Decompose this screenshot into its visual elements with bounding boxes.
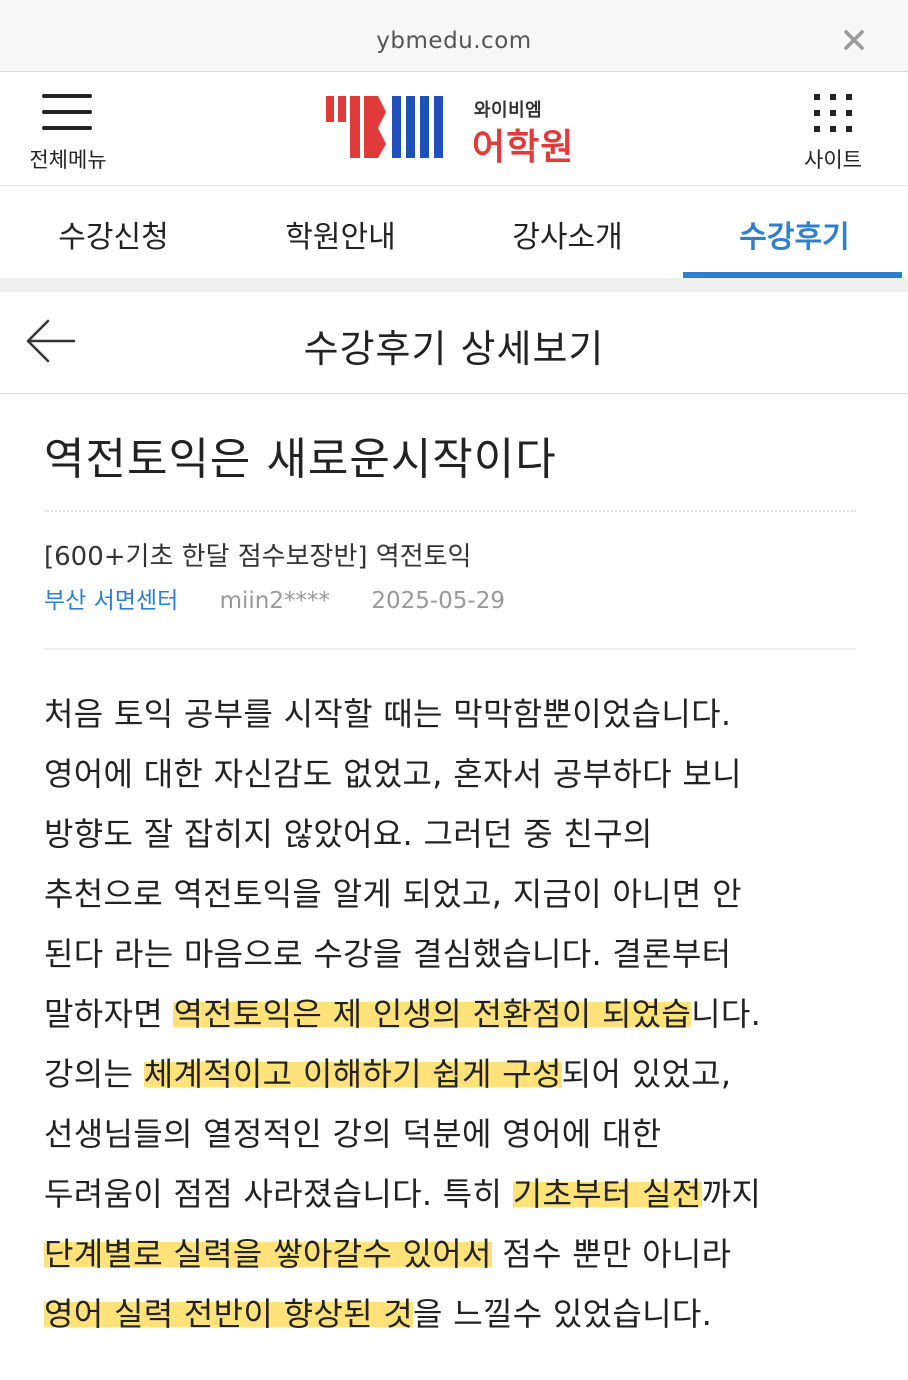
review-body-line: 영어에 대한 자신감도 없었고, 혼자서 공부하다 보니 [44, 744, 856, 804]
all-menu-label: 전체메뉴 [29, 148, 107, 172]
hamburger-icon [42, 94, 92, 132]
site-label: 사이트 [804, 148, 862, 172]
tab-instructors[interactable]: 강사소개 [454, 186, 681, 278]
tab-course-registration[interactable]: 수강신청 [0, 186, 227, 278]
review-body-line: 선생님들의 열정적인 강의 덕분에 영어에 대한 [44, 1104, 856, 1164]
review-date: 2025-05-29 [371, 588, 505, 614]
body-text-segment: 말하자면 [44, 995, 174, 1033]
review-body: 처음 토익 공부를 시작할 때는 막막함뿐이었습니다. 영어에 대한 자신감도 없… [44, 684, 856, 1344]
author-id: miin2**** [219, 588, 330, 614]
body-text-segment: 점수 뿐만 아니라 [491, 1235, 732, 1273]
review-detail: 역전토익은 새로운시작이다 [600+기초 한달 점수보장반] 역전토익 부산 … [44, 394, 856, 1344]
body-text-segment: 선생님들의 열정적인 강의 덕분에 영어에 대한 [44, 1115, 662, 1153]
highlighted-text: 단계별로 실력을 쌓아갈수 있어서 [44, 1235, 492, 1273]
tab-reviews[interactable]: 수강후기 [681, 186, 908, 278]
grid-dots-icon [814, 94, 854, 134]
ybm-logo[interactable]: 와이비엠 어학원 [326, 94, 586, 168]
ybm-logo-icon [326, 96, 443, 158]
review-body-line: 단계별로 실력을 쌓아갈수 있어서 점수 뿐만 아니라 [44, 1224, 856, 1284]
review-body-line: 처음 토익 공부를 시작할 때는 막막함뿐이었습니다. [44, 684, 856, 744]
body-text-segment: 을 느낄수 있었습니다. [413, 1295, 713, 1333]
course-name: [600+기초 한달 점수보장반] 역전토익 [44, 542, 472, 572]
tab-academy-info[interactable]: 학원안내 [227, 186, 454, 278]
body-text-segment: 된다 라는 마음으로 수강을 결심했습니다. 결론부터 [44, 935, 732, 973]
browser-url-bar: ybmedu.com [0, 0, 908, 72]
center-name: 부산 서면센터 [44, 588, 179, 614]
logo-main-text: 어학원 [472, 127, 575, 168]
review-meta: 부산 서면센터 miin2**** 2025-05-29 [44, 584, 856, 618]
body-text-segment: 추천으로 역전토익을 알게 되었고, 지금이 아니면 안 [44, 875, 742, 913]
body-text-segment: 강의는 [44, 1055, 144, 1093]
body-text-segment: 영어에 대한 자신감도 없었고, 혼자서 공부하다 보니 [44, 755, 742, 793]
close-icon[interactable] [840, 26, 868, 54]
url-text[interactable]: ybmedu.com [0, 28, 908, 54]
body-text-segment: 되어 있었고, [561, 1055, 732, 1093]
review-body-line: 추천으로 역전토익을 알게 되었고, 지금이 아니면 안 [44, 864, 856, 924]
review-body-line: 방향도 잘 잡히지 않았어요. 그러던 중 친구의 [44, 804, 856, 864]
all-menu-button[interactable]: 전체메뉴 [22, 94, 114, 174]
review-title: 역전토익은 새로운시작이다 [44, 434, 557, 485]
page-title: 수강후기 상세보기 [303, 327, 605, 371]
body-text-segment: 처음 토익 공부를 시작할 때는 막막함뿐이었습니다. [44, 695, 732, 733]
highlighted-text: 기초부터 실전 [512, 1175, 702, 1213]
highlighted-text: 체계적이고 이해하기 쉽게 구성 [143, 1055, 562, 1093]
section-divider [0, 278, 908, 292]
highlighted-text: 역전토익은 제 인생의 전환점이 되었습 [173, 995, 692, 1033]
site-button[interactable]: 사이트 [786, 94, 880, 174]
review-body-line: 영어 실력 전반이 향상된 것을 느낄수 있었습니다. [44, 1284, 856, 1344]
page-title-bar: 수강후기 상세보기 [0, 292, 908, 394]
review-body-line: 두려움이 점점 사라졌습니다. 특히 기초부터 실전까지 [44, 1164, 856, 1224]
review-body-line: 말하자면 역전토익은 제 인생의 전환점이 되었습니다. [44, 984, 856, 1044]
review-body-line: 강의는 체계적이고 이해하기 쉽게 구성되어 있었고, [44, 1044, 856, 1104]
body-text-segment: 방향도 잘 잡히지 않았어요. 그러던 중 친구의 [44, 815, 653, 853]
dotted-divider [44, 510, 856, 512]
highlighted-text: 영어 실력 전반이 향상된 것 [44, 1295, 414, 1333]
main-nav-tabs: 수강신청 학원안내 강사소개 수강후기 [0, 186, 908, 278]
review-body-line: 된다 라는 마음으로 수강을 결심했습니다. 결론부터 [44, 924, 856, 984]
body-text-segment: 까지 [701, 1175, 762, 1213]
site-header: 전체메뉴 와이비엠 어학원 사이트 [0, 72, 908, 186]
body-text-segment: 두려움이 점점 사라졌습니다. 특히 [44, 1175, 513, 1213]
body-text-segment: 니다. [691, 995, 762, 1033]
solid-divider [44, 648, 856, 650]
